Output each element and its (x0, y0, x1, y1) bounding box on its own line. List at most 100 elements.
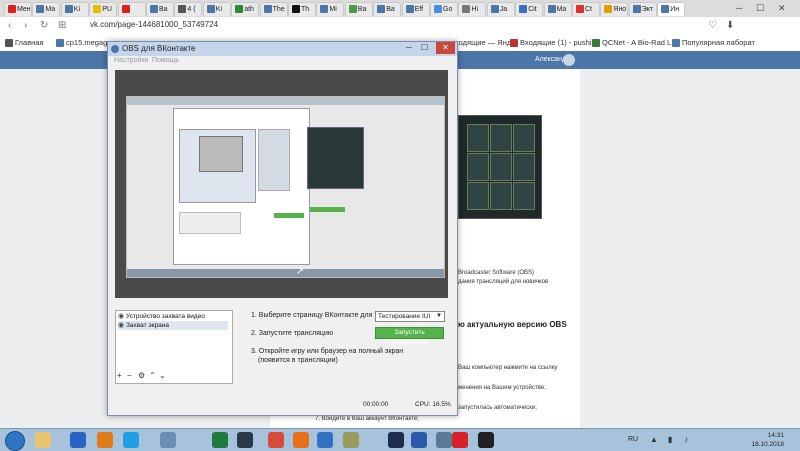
browser-tab[interactable]: The (259, 2, 288, 16)
tab-label: ath (244, 6, 254, 13)
browser-tab[interactable]: Ma (32, 2, 61, 16)
app-icon[interactable] (436, 432, 452, 448)
article-line: 7. Войдите в Ваш аккаунт ВКонтакте; (315, 416, 419, 422)
bookmark-item[interactable]: ходящие — Янд (455, 38, 511, 47)
start-stream-button[interactable]: Запустить трансляцию (375, 327, 444, 346)
browser-tab[interactable]: Go (430, 2, 458, 16)
browser-tab[interactable]: Cit (515, 2, 544, 16)
browser-tab[interactable]: Eff (401, 2, 430, 16)
avatar[interactable] (563, 54, 575, 66)
browser-tab[interactable]: Th (288, 2, 316, 16)
browser-tab[interactable]: Mi (316, 2, 345, 16)
browser-tab[interactable]: PU (89, 2, 118, 16)
skype-icon[interactable] (123, 432, 139, 448)
browser-tab[interactable]: Ja (486, 2, 515, 16)
word-icon[interactable] (411, 432, 427, 448)
forward-icon[interactable]: › (24, 20, 27, 31)
browser-tab[interactable]: ath (231, 2, 260, 16)
browser-tab[interactable]: 4 ( (174, 2, 203, 16)
opera-icon[interactable] (452, 432, 468, 448)
maximize-icon[interactable]: ☐ (756, 3, 764, 13)
tab-favicon-icon (235, 5, 244, 13)
bookmark-item[interactable]: Главная (5, 38, 44, 48)
network-icon[interactable]: ▮ (668, 435, 672, 444)
tab-label: Eff (414, 6, 424, 13)
article-heading: ю актуальную версию OBS (458, 320, 567, 329)
tab-favicon-icon (519, 5, 528, 13)
start-button[interactable] (5, 431, 25, 451)
volume-icon[interactable]: ♪ (684, 435, 688, 444)
maximize-icon[interactable]: ☐ (421, 43, 428, 52)
menu-help[interactable]: Помощь (152, 57, 179, 64)
browser-tab[interactable]: Ин (657, 2, 686, 16)
browser-tab[interactable]: Экт (628, 2, 657, 16)
browser-tab[interactable]: Ba (373, 2, 402, 16)
browser-tab[interactable]: Hi (458, 2, 487, 16)
network-icon[interactable] (160, 432, 176, 448)
close-icon[interactable]: ✕ (436, 42, 455, 54)
download-icon[interactable]: ⬇ (726, 20, 734, 31)
tab-favicon-icon (405, 5, 414, 13)
browser-tab[interactable]: Яно (600, 2, 629, 16)
browser-tab[interactable]: Ba (146, 2, 174, 16)
tab-favicon-icon (320, 5, 329, 13)
stream-preview: ➚ (115, 70, 448, 298)
apps-icon[interactable]: ⊞ (58, 20, 66, 31)
back-icon[interactable]: ‹ (8, 20, 11, 31)
eye-icon[interactable]: ◉ (118, 321, 124, 330)
source-settings-button[interactable]: ⚙ (138, 371, 145, 380)
minimize-icon[interactable]: ─ (736, 3, 742, 13)
tab-favicon-icon (661, 5, 670, 13)
eye-icon[interactable]: ◉ (118, 312, 124, 321)
browser-tab[interactable]: Менею (4, 2, 32, 16)
tab-favicon-icon (178, 5, 187, 13)
browser-tab[interactable] (117, 2, 146, 16)
clock[interactable]: 14:31 18.10.2018 (751, 431, 784, 449)
files-icon[interactable] (343, 432, 359, 448)
reload-icon[interactable]: ↻ (40, 20, 48, 31)
browser-tab[interactable]: Ki (202, 2, 231, 16)
firefox-icon[interactable] (293, 432, 309, 448)
source-item[interactable]: ◉ Захват экрана (118, 321, 228, 330)
tab-label: Ki (215, 6, 223, 13)
menu-settings[interactable]: Настройки (114, 57, 148, 64)
media-player-icon[interactable] (97, 432, 113, 448)
tab-label: Go (443, 6, 453, 13)
chrome-icon[interactable] (268, 432, 284, 448)
minimize-icon[interactable]: ─ (406, 43, 412, 52)
source-item[interactable]: ◉ Устройство захвата видео (118, 312, 228, 321)
browser-tab[interactable]: Ma (543, 2, 572, 16)
preview-nested-window (173, 108, 310, 265)
bluetooth-icon[interactable] (70, 432, 86, 448)
browser-tab[interactable]: Ba (344, 2, 373, 16)
url-field[interactable]: vk.com/page-144681000_53749724 (90, 20, 218, 29)
page-select[interactable]: Тестирование IUI ▼ (375, 311, 445, 322)
bookmark-item[interactable]: QCNet - A Bio-Rad L (592, 38, 671, 48)
move-up-button[interactable]: ⌃ (149, 371, 156, 380)
browser-tab[interactable]: Ct (572, 2, 600, 16)
step-3-label: 3. Откройте игру или браузер на полный э… (251, 348, 404, 355)
bookmark-star-icon[interactable]: ♡ (708, 20, 717, 31)
move-down-button[interactable]: ⌄ (159, 371, 166, 380)
bookmark-item[interactable]: Популярная лаборат (672, 38, 755, 48)
obs-title: OBS для ВКонтакте (122, 44, 196, 53)
tab-label: Ma (45, 6, 56, 13)
excel-icon[interactable] (212, 432, 228, 448)
add-source-button[interactable]: + (117, 371, 122, 380)
explorer-icon[interactable] (35, 432, 51, 448)
outlook-icon[interactable] (317, 432, 333, 448)
tab-label: Менею (17, 6, 31, 13)
close-icon[interactable]: ✕ (778, 3, 786, 13)
obs-icon[interactable] (478, 432, 494, 448)
tab-favicon-icon (263, 5, 272, 13)
address-bar-row: ‹ › ↻ ⊞ vk.com/page-144681000_53749724 ♡… (0, 17, 800, 36)
lightroom-icon[interactable] (237, 432, 253, 448)
language-indicator[interactable]: RU (628, 436, 638, 443)
photoshop-icon[interactable] (388, 432, 404, 448)
tray-arrow-icon[interactable]: ▲ (650, 435, 658, 444)
browser-tab[interactable]: Ki (60, 2, 89, 16)
tab-label: Hi (471, 6, 479, 13)
remove-source-button[interactable]: − (127, 371, 132, 380)
tab-label: Cit (528, 6, 537, 13)
bookmark-item[interactable]: Входящие (1) - pushi (510, 38, 591, 48)
